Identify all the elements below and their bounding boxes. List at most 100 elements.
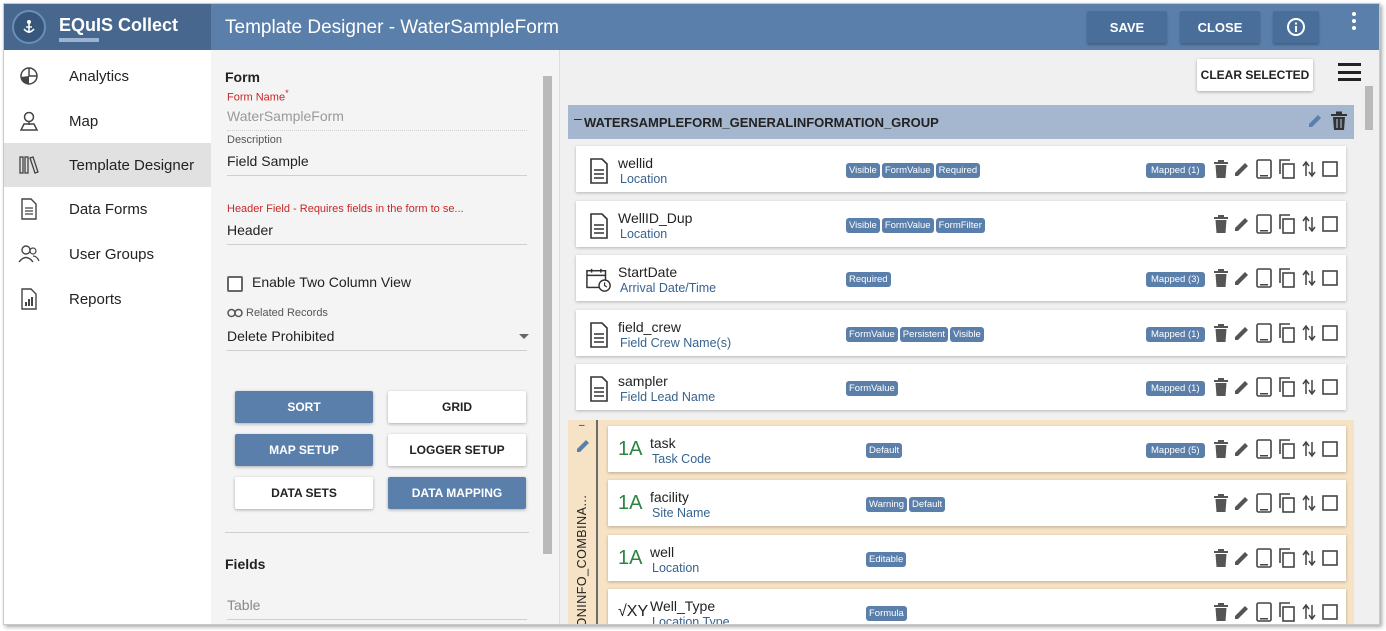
copy-icon[interactable] (1278, 548, 1296, 568)
select-checkbox-icon[interactable] (1322, 379, 1338, 395)
trash-icon[interactable] (1330, 111, 1348, 131)
select-checkbox-icon[interactable] (1322, 441, 1338, 457)
collapse-icon[interactable]: – (574, 110, 582, 126)
two-column-checkbox[interactable] (227, 276, 243, 292)
form-panel-scrollbar[interactable] (543, 76, 552, 554)
sidebar-item-user-groups[interactable]: User Groups (4, 232, 211, 276)
tablet-icon[interactable] (1256, 439, 1272, 459)
sub-group-header[interactable]: – CATIONINFO_COMBINA... (568, 420, 598, 625)
select-checkbox-icon[interactable] (1322, 604, 1338, 620)
copy-icon[interactable] (1278, 493, 1296, 513)
pencil-icon[interactable] (575, 438, 591, 454)
field-row-field-crew[interactable]: field_crew Field Crew Name(s) FormValue … (576, 310, 1346, 356)
dropdown-arrow-icon[interactable] (519, 334, 529, 339)
header-field-input[interactable]: Header (227, 222, 527, 245)
pencil-icon[interactable] (1307, 113, 1323, 129)
sidebar-item-analytics[interactable]: Analytics (4, 54, 211, 98)
data-sets-button[interactable]: DATA SETS (235, 477, 373, 509)
trash-icon[interactable] (1214, 440, 1228, 458)
select-checkbox-icon[interactable] (1322, 161, 1338, 177)
table-field[interactable]: Table (227, 597, 527, 620)
data-mapping-button[interactable]: DATA MAPPING (388, 477, 526, 509)
pencil-icon[interactable] (1234, 495, 1250, 511)
select-checkbox-icon[interactable] (1322, 550, 1338, 566)
pencil-icon[interactable] (1234, 270, 1250, 286)
trash-icon[interactable] (1214, 324, 1228, 342)
select-checkbox-icon[interactable] (1322, 495, 1338, 511)
trash-icon[interactable] (1214, 494, 1228, 512)
save-button[interactable]: SAVE (1087, 11, 1167, 43)
trash-icon[interactable] (1214, 215, 1228, 233)
tablet-icon[interactable] (1256, 377, 1272, 397)
copy-icon[interactable] (1278, 377, 1296, 397)
copy-icon[interactable] (1278, 323, 1296, 343)
tablet-icon[interactable] (1256, 214, 1272, 234)
sidebar-item-template-designer[interactable]: Template Designer (4, 143, 211, 187)
group-header[interactable]: – WATERSAMPLEFORM_GENERALINFORMATION_GRO… (568, 105, 1354, 139)
field-row-well[interactable]: 1A well Location Editable (608, 535, 1346, 581)
map-setup-button[interactable]: MAP SETUP (235, 434, 373, 466)
pencil-icon[interactable] (1234, 441, 1250, 457)
sort-arrows-icon[interactable] (1302, 324, 1316, 342)
sort-arrows-icon[interactable] (1302, 494, 1316, 512)
tablet-icon[interactable] (1256, 159, 1272, 179)
select-checkbox-icon[interactable] (1322, 270, 1338, 286)
sort-arrows-icon[interactable] (1302, 269, 1316, 287)
copy-icon[interactable] (1278, 214, 1296, 234)
info-button[interactable] (1273, 11, 1319, 43)
copy-icon[interactable] (1278, 439, 1296, 459)
trash-icon[interactable] (1214, 269, 1228, 287)
pencil-icon[interactable] (1234, 325, 1250, 341)
field-actions (1214, 323, 1338, 343)
sort-arrows-icon[interactable] (1302, 215, 1316, 233)
tablet-icon[interactable] (1256, 268, 1272, 288)
sidebar-item-reports[interactable]: Reports (4, 277, 211, 321)
more-menu-icon[interactable] (1344, 12, 1364, 36)
pencil-icon[interactable] (1234, 604, 1250, 620)
pencil-icon[interactable] (1234, 216, 1250, 232)
field-row-wellid-dup[interactable]: WellID_Dup Location Visible FormValue Fo… (576, 201, 1346, 247)
tablet-icon[interactable] (1256, 602, 1272, 622)
pencil-icon[interactable] (1234, 379, 1250, 395)
select-checkbox-icon[interactable] (1322, 216, 1338, 232)
trash-icon[interactable] (1214, 160, 1228, 178)
collapse-icon[interactable]: – (579, 420, 585, 431)
copy-icon[interactable] (1278, 159, 1296, 179)
sidebar-item-map[interactable]: Map (4, 99, 211, 143)
field-row-facility[interactable]: 1A facility Site Name Warning Default (608, 480, 1346, 526)
sort-button[interactable]: SORT (235, 391, 373, 423)
logger-setup-button[interactable]: LOGGER SETUP (388, 434, 526, 466)
related-records-select[interactable]: Delete Prohibited (227, 328, 527, 351)
field-row-sampler[interactable]: sampler Field Lead Name FormValue Mapped… (576, 364, 1346, 410)
trash-icon[interactable] (1214, 378, 1228, 396)
sort-arrows-icon[interactable] (1302, 440, 1316, 458)
field-row-wellid[interactable]: wellid Location Visible FormValue Requir… (576, 146, 1346, 192)
select-checkbox-icon[interactable] (1322, 325, 1338, 341)
sub-group-title: CATIONINFO_COMBINA... (575, 494, 589, 625)
sort-arrows-icon[interactable] (1302, 378, 1316, 396)
tablet-icon[interactable] (1256, 493, 1272, 513)
grid-button[interactable]: GRID (388, 391, 526, 423)
field-row-startdate[interactable]: StartDate Arrival Date/Time Required Map… (576, 255, 1346, 301)
trash-icon[interactable] (1214, 603, 1228, 621)
sort-arrows-icon[interactable] (1302, 603, 1316, 621)
equis-logo-icon[interactable] (12, 10, 46, 44)
tablet-icon[interactable] (1256, 548, 1272, 568)
clear-selected-button[interactable]: CLEAR SELECTED (1197, 59, 1313, 91)
form-name-field[interactable]: WaterSampleForm (227, 108, 527, 131)
sort-arrows-icon[interactable] (1302, 549, 1316, 567)
field-row-well-type[interactable]: √XY Well_Type Location Type Formula (608, 589, 1346, 624)
copy-icon[interactable] (1278, 268, 1296, 288)
close-button[interactable]: CLOSE (1180, 11, 1260, 43)
designer-scrollbar[interactable] (1365, 86, 1373, 130)
sidebar-item-data-forms[interactable]: Data Forms (4, 187, 211, 231)
description-field[interactable]: Field Sample (227, 153, 527, 176)
copy-icon[interactable] (1278, 602, 1296, 622)
field-row-task[interactable]: 1A task Task Code Default Mapped (5) (608, 426, 1346, 472)
tablet-icon[interactable] (1256, 323, 1272, 343)
hamburger-menu-icon[interactable] (1338, 63, 1361, 81)
sort-arrows-icon[interactable] (1302, 160, 1316, 178)
trash-icon[interactable] (1214, 549, 1228, 567)
pencil-icon[interactable] (1234, 550, 1250, 566)
pencil-icon[interactable] (1234, 161, 1250, 177)
